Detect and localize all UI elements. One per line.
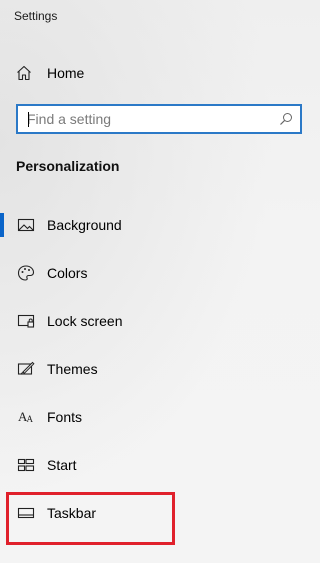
- nav-item-fonts[interactable]: A A Fonts: [0, 397, 320, 437]
- text-caret: [28, 112, 29, 127]
- nav-item-label: Colors: [47, 265, 88, 281]
- nav-item-label: Start: [47, 457, 77, 473]
- nav-item-label: Fonts: [47, 409, 83, 425]
- window-title: Settings: [14, 9, 58, 23]
- palette-icon: [16, 263, 36, 283]
- themes-brush-icon: [16, 359, 36, 379]
- fonts-icon: A A: [16, 407, 36, 427]
- search-icon[interactable]: [278, 111, 294, 127]
- home-nav-item[interactable]: Home: [16, 62, 84, 84]
- nav-item-label: Lock screen: [47, 313, 123, 329]
- section-title: Personalization: [16, 158, 120, 174]
- start-tiles-icon: [16, 455, 36, 475]
- svg-text:A: A: [27, 414, 34, 424]
- settings-window: Settings Home Personalization Background: [0, 0, 320, 563]
- nav-item-themes[interactable]: Themes: [0, 349, 320, 389]
- picture-icon: [16, 215, 36, 235]
- nav-item-colors[interactable]: Colors: [0, 253, 320, 293]
- home-icon: [17, 65, 31, 81]
- search-box[interactable]: [16, 104, 302, 134]
- nav-item-label: Background: [47, 217, 122, 233]
- selected-indicator: [0, 213, 4, 237]
- home-label: Home: [47, 65, 85, 81]
- nav-item-start[interactable]: Start: [0, 445, 320, 485]
- nav-item-background[interactable]: Background: [0, 205, 320, 245]
- lock-screen-icon: [16, 311, 36, 331]
- nav-item-label: Themes: [47, 361, 98, 377]
- nav-item-lock-screen[interactable]: Lock screen: [0, 301, 320, 341]
- search-input[interactable]: [18, 107, 278, 131]
- annotation-highlight-box: [6, 492, 175, 545]
